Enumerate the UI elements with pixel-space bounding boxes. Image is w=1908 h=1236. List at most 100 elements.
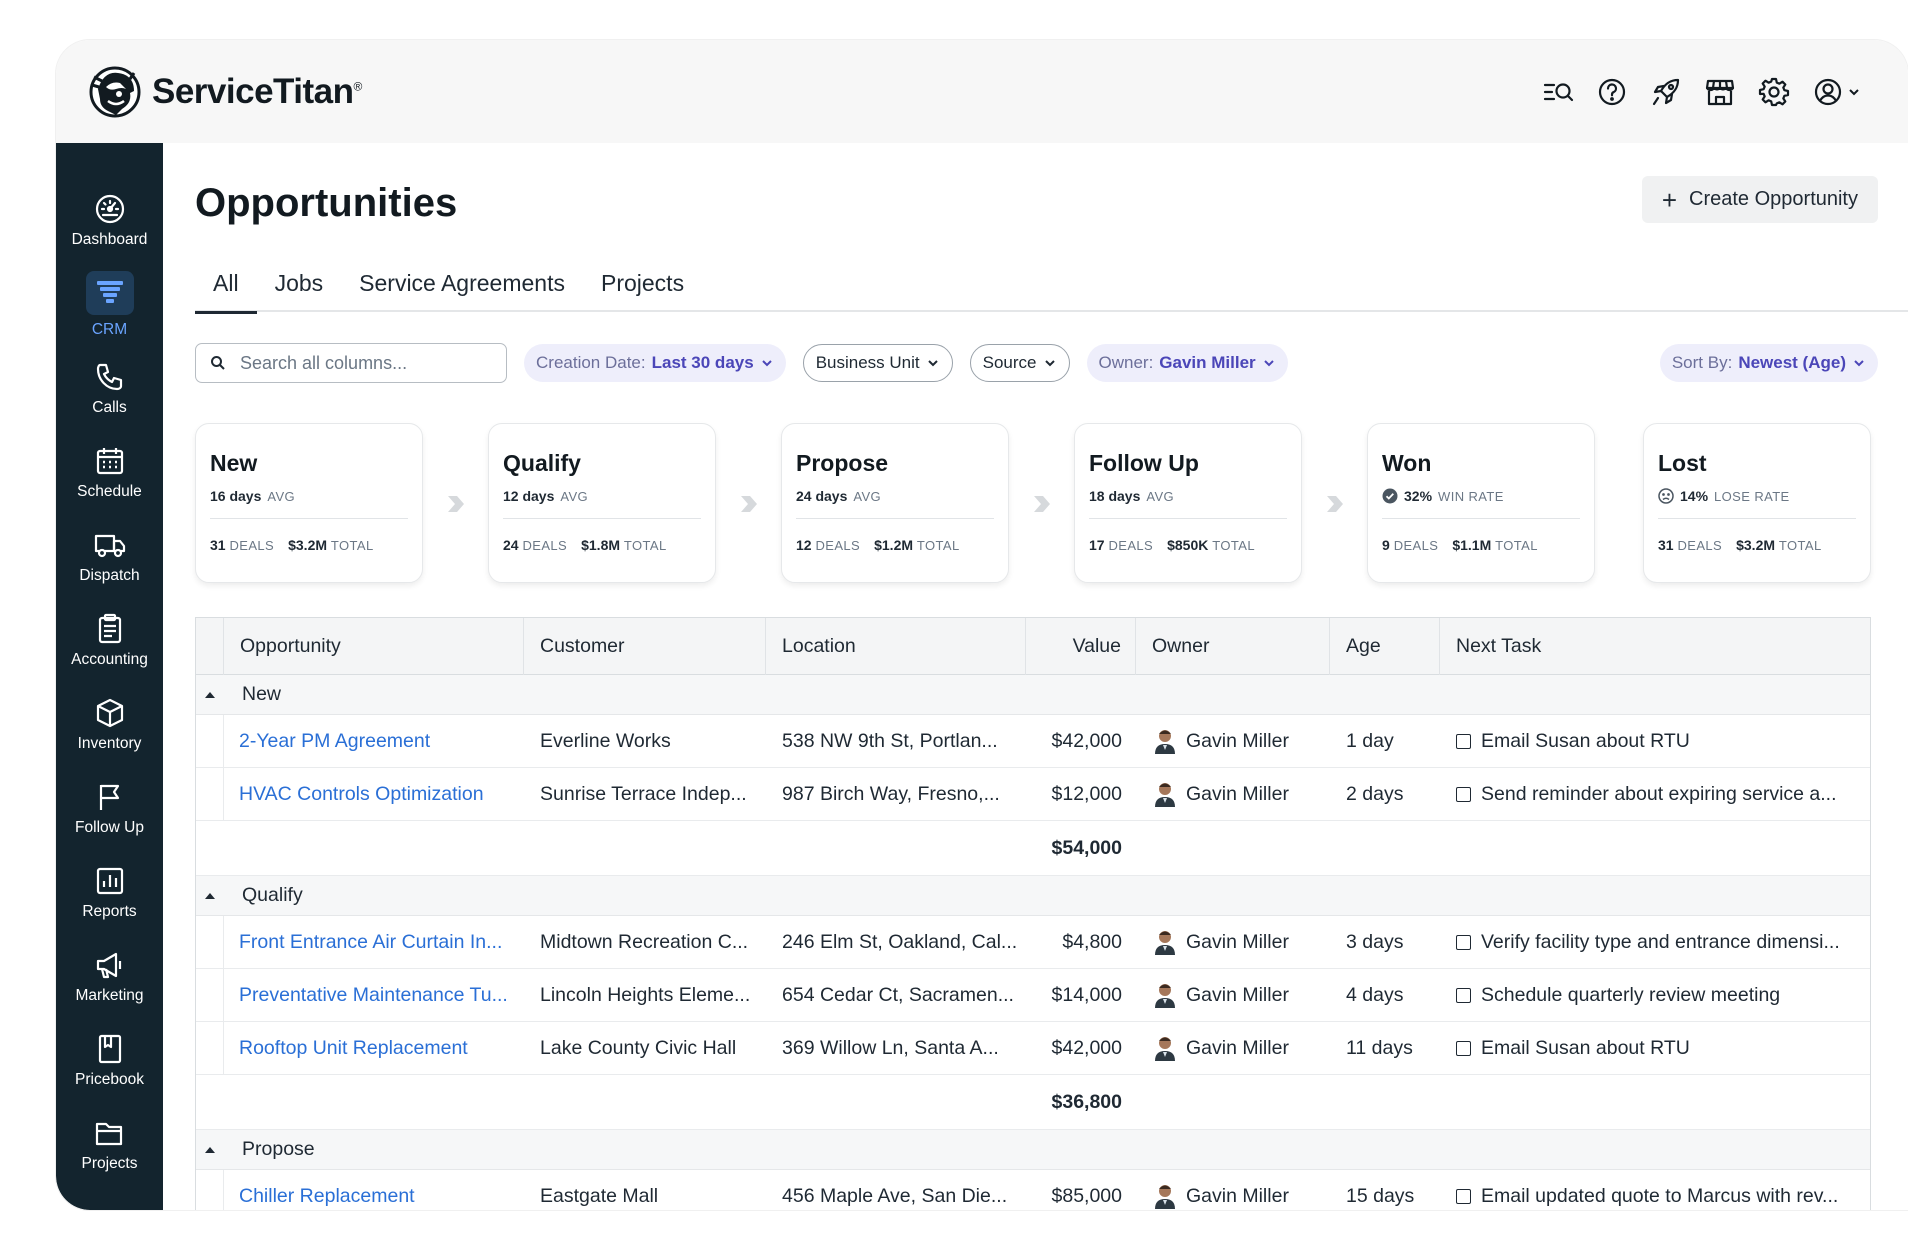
stage-stats: 17 DEALS $850K TOTAL — [1089, 537, 1255, 553]
creation-date-filter[interactable]: Creation Date: Last 30 days — [524, 344, 786, 382]
stage-card-follow-up[interactable]: Follow Up 18 days AVG 17 DEALS $850K TOTA… — [1074, 423, 1302, 583]
opportunities-table: Opportunity Customer Location Value Owne… — [195, 617, 1871, 1210]
opportunity-link[interactable]: Preventative Maintenance Tu... — [224, 984, 524, 1007]
sidebar-item-crm[interactable]: CRM — [56, 263, 163, 347]
create-opportunity-button[interactable]: + Create Opportunity — [1641, 176, 1878, 223]
task-checkbox[interactable] — [1456, 1188, 1471, 1204]
stage-average: 12 days AVG — [503, 488, 589, 504]
task-checkbox[interactable] — [1456, 1040, 1471, 1056]
sidebar-item-pricebook[interactable]: Pricebook — [56, 1019, 163, 1103]
stage-card-won[interactable]: Won 32% WIN RATE 9 DEALS $1.1M TOTAL — [1367, 423, 1595, 583]
customer-cell: Sunrise Terrace Indep... — [540, 782, 747, 805]
sidebar-item-dashboard[interactable]: Dashboard — [56, 179, 163, 263]
location-cell: 987 Birch Way, Fresno,... — [782, 782, 1000, 805]
stage-card-lost[interactable]: Lost 14% LOSE RATE 31 DEALS $3.2M TOTAL — [1643, 423, 1871, 583]
sidebar-item-reports[interactable]: Reports — [56, 851, 163, 935]
filter-label: Business Unit — [815, 353, 920, 372]
user-menu[interactable] — [1812, 76, 1860, 108]
column-header-customer[interactable]: Customer — [524, 618, 766, 675]
help-icon[interactable] — [1596, 76, 1628, 108]
sidebar-item-dispatch[interactable]: Dispatch — [56, 515, 163, 599]
tab-service-agreements[interactable]: Service Agreements — [341, 255, 583, 312]
column-header-age[interactable]: Age — [1330, 618, 1440, 675]
next-task-cell: Email updated quote to Marcus with rev..… — [1440, 1185, 1860, 1208]
task-checkbox[interactable] — [1456, 987, 1471, 1003]
sidebar-item-marketing[interactable]: Marketing — [56, 935, 163, 1019]
check-circle-icon — [1382, 488, 1398, 504]
store-icon[interactable] — [1704, 76, 1736, 108]
task-checkbox[interactable] — [1456, 786, 1471, 802]
location-cell: 369 Willow Ln, Santa A... — [782, 1036, 999, 1059]
brand-name: ServiceTitan® — [152, 71, 362, 111]
column-header-next-task[interactable]: Next Task — [1440, 618, 1860, 675]
owner-cell: Gavin Miller — [1136, 929, 1330, 955]
plus-icon: + — [1661, 184, 1678, 215]
table-row[interactable]: HVAC Controls Optimization Sunrise Terra… — [196, 767, 1870, 821]
chevron-down-icon — [1044, 360, 1055, 367]
column-header-owner[interactable]: Owner — [1136, 618, 1330, 675]
opportunity-link[interactable]: Rooftop Unit Replacement — [224, 1037, 524, 1060]
owner-filter[interactable]: Owner: Gavin Miller — [1086, 344, 1288, 382]
flag-icon — [99, 784, 119, 810]
next-task-cell: Verify facility type and entrance dimens… — [1440, 931, 1860, 954]
brand-logo[interactable]: ServiceTitan® — [86, 63, 362, 121]
table-row[interactable]: 2-Year PM Agreement Everline Works 538 N… — [196, 714, 1870, 768]
tab-jobs[interactable]: Jobs — [257, 255, 342, 312]
stage-name: Propose — [796, 450, 889, 476]
sidebar-item-label: Dispatch — [79, 567, 140, 584]
book-icon — [98, 1034, 121, 1064]
caret-up-icon[interactable] — [196, 691, 224, 699]
stage-card-propose[interactable]: Propose 24 days AVG 12 DEALS $1.2M TOTAL — [781, 423, 1009, 583]
sidebar-item-inventory[interactable]: Inventory — [56, 683, 163, 767]
stage-card-qualify[interactable]: Qualify 12 days AVG 24 DEALS $1.8M TOTAL — [488, 423, 716, 583]
group-name: New — [242, 683, 282, 705]
stage-name: Lost — [1658, 450, 1707, 476]
value-cell: $85,000 — [1051, 1184, 1123, 1207]
sort-by-dropdown[interactable]: Sort By: Newest (Age) — [1659, 344, 1878, 382]
funnel-icon — [96, 281, 123, 303]
gear-icon[interactable] — [1758, 76, 1790, 108]
folder-icon — [95, 1122, 122, 1146]
age-cell: 1 day — [1346, 729, 1394, 752]
column-header-value[interactable]: Value — [1026, 618, 1136, 675]
opportunity-link[interactable]: HVAC Controls Optimization — [224, 783, 524, 806]
sidebar-item-label: Follow Up — [75, 819, 144, 836]
sidebar-item-label: Pricebook — [75, 1071, 144, 1088]
table-row[interactable]: Preventative Maintenance Tu... Lincoln H… — [196, 968, 1870, 1022]
opportunity-link[interactable]: 2-Year PM Agreement — [224, 730, 524, 753]
table-row[interactable]: Front Entrance Air Curtain In... Midtown… — [196, 915, 1870, 969]
caret-up-icon[interactable] — [196, 1146, 224, 1154]
rocket-icon[interactable] — [1650, 76, 1682, 108]
business-unit-filter[interactable]: Business Unit — [802, 344, 953, 382]
calendar-icon — [96, 448, 123, 475]
task-checkbox[interactable] — [1456, 934, 1471, 950]
task-checkbox[interactable] — [1456, 733, 1471, 749]
opportunity-link[interactable]: Front Entrance Air Curtain In... — [224, 931, 524, 954]
owner-cell: Gavin Miller — [1136, 982, 1330, 1008]
customer-cell: Eastgate Mall — [540, 1184, 659, 1207]
column-header-opportunity[interactable]: Opportunity — [224, 618, 524, 675]
group-row-qualify[interactable]: Qualify — [196, 876, 1870, 916]
opportunity-link[interactable]: Chiller Replacement — [224, 1185, 524, 1208]
sidebar-item-accounting[interactable]: Accounting — [56, 599, 163, 683]
search-list-icon[interactable] — [1542, 76, 1574, 108]
value-cell: $42,000 — [1051, 1036, 1123, 1059]
table-row[interactable]: Chiller Replacement Eastgate Mall 456 Ma… — [196, 1169, 1870, 1210]
tab-all[interactable]: All — [195, 255, 257, 314]
sidebar-item-label: Reports — [82, 903, 137, 920]
stage-stats: 31 DEALS $3.2M TOTAL — [1658, 537, 1822, 553]
sidebar-item-follow-up[interactable]: Follow Up — [56, 767, 163, 851]
sort-value: Newest (Age) — [1738, 353, 1846, 372]
sidebar-item-schedule[interactable]: Schedule — [56, 431, 163, 515]
sidebar-item-calls[interactable]: Calls — [56, 347, 163, 431]
tab-projects[interactable]: Projects — [583, 255, 702, 312]
table-row[interactable]: Rooftop Unit Replacement Lake County Civ… — [196, 1021, 1870, 1075]
source-filter[interactable]: Source — [969, 344, 1070, 382]
column-header-location[interactable]: Location — [766, 618, 1026, 675]
sidebar-item-projects[interactable]: Projects — [56, 1103, 163, 1187]
stage-card-new[interactable]: New 16 days AVG 31 DEALS $3.2M TOTAL — [195, 423, 423, 583]
group-row-new[interactable]: New — [196, 675, 1870, 715]
caret-up-icon[interactable] — [196, 892, 224, 900]
group-row-propose[interactable]: Propose — [196, 1130, 1870, 1170]
search-input[interactable] — [240, 352, 492, 374]
